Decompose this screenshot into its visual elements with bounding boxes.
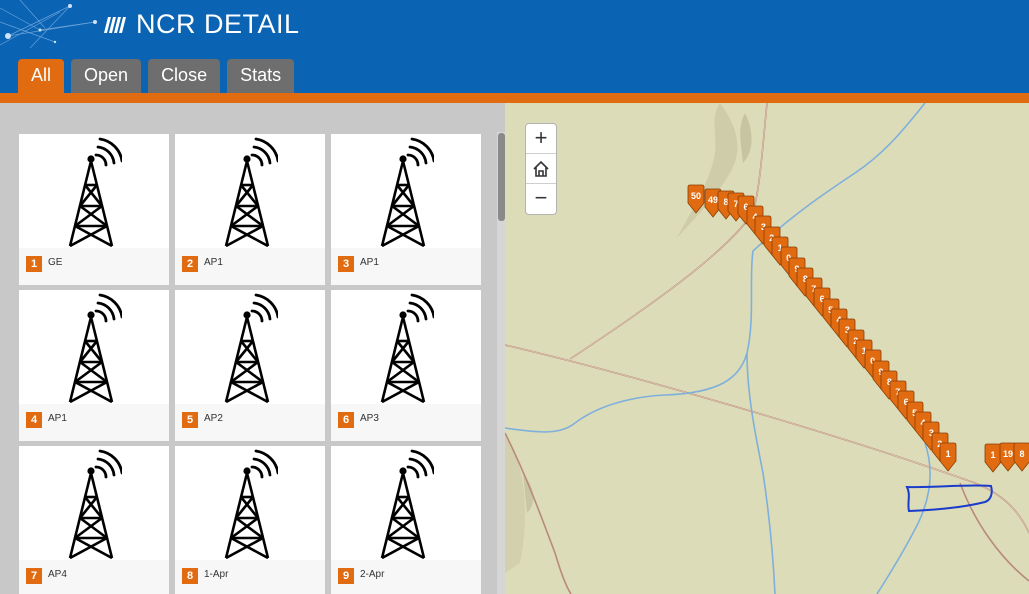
card-number-badge: 7: [26, 568, 42, 584]
card-thumbnail[interactable]: [175, 446, 325, 560]
slash-bars-icon: [104, 16, 126, 33]
radio-tower-icon: [68, 293, 122, 403]
page-title: NCR DETAIL: [136, 9, 300, 39]
radio-tower-icon: [68, 449, 122, 559]
card-thumbnail[interactable]: [331, 290, 481, 404]
photo-card[interactable]: 4 AP1: [19, 290, 169, 441]
photo-card[interactable]: 1 GE: [19, 134, 169, 285]
map-marker[interactable]: 8: [1012, 442, 1029, 472]
card-number-badge: 8: [182, 568, 198, 584]
zoom-in-button[interactable]: +: [526, 124, 556, 154]
tab-stats[interactable]: Stats: [227, 59, 295, 93]
photo-card[interactable]: 8 1-Apr: [175, 446, 325, 594]
photo-gallery: 1 GE 2 AP1 3 AP1 4 AP1 5 AP2 6 AP3 7 AP4…: [0, 103, 505, 594]
card-thumbnail[interactable]: [331, 134, 481, 248]
radio-tower-icon: [380, 137, 434, 247]
constellation-decoration: [0, 0, 97, 49]
scrollbar-thumb[interactable]: [498, 133, 505, 221]
card-caption: 1 GE: [19, 248, 169, 285]
radio-tower-icon: [68, 137, 122, 247]
card-caption: 7 AP4: [19, 560, 169, 594]
zoom-out-button[interactable]: −: [526, 184, 556, 214]
photo-card[interactable]: 9 2-Apr: [331, 446, 481, 594]
tab-open[interactable]: Open: [71, 59, 142, 93]
photo-card[interactable]: 6 AP3: [331, 290, 481, 441]
map-marker-label: 8: [1019, 449, 1025, 459]
home-icon: [533, 160, 549, 177]
radio-tower-icon: [380, 293, 434, 403]
radio-tower-icon: [224, 293, 278, 403]
radio-tower-icon: [224, 137, 278, 247]
card-thumbnail[interactable]: [19, 446, 169, 560]
header: NCR DETAIL All Open Close Stats: [0, 0, 1029, 93]
card-label: AP1: [204, 257, 223, 268]
card-number-badge: 6: [338, 412, 354, 428]
card-label: AP2: [204, 413, 223, 424]
map-basemap: [505, 103, 1029, 594]
card-number-badge: 4: [26, 412, 42, 428]
radio-tower-icon: [380, 449, 434, 559]
map-view[interactable]: + − 50 49 8 7 6 4 3 2 1 0 9 8 7 6 5 4 3 2 1 0 9 8 7 6 5 4 3 2 1 1 19 8: [505, 103, 1029, 594]
card-thumbnail[interactable]: [19, 290, 169, 404]
map-zoom-control: + −: [525, 123, 557, 215]
card-label: 1-Apr: [204, 569, 229, 580]
card-caption: 8 1-Apr: [175, 560, 325, 594]
card-label: AP4: [48, 569, 67, 580]
card-thumbnail[interactable]: [331, 446, 481, 560]
card-label: AP1: [48, 413, 67, 424]
card-label: AP1: [360, 257, 379, 268]
card-label: GE: [48, 257, 63, 268]
card-caption: 6 AP3: [331, 404, 481, 441]
photo-card[interactable]: 2 AP1: [175, 134, 325, 285]
card-caption: 3 AP1: [331, 248, 481, 285]
card-number-badge: 5: [182, 412, 198, 428]
map-marker[interactable]: 1: [938, 442, 958, 472]
tab-all[interactable]: All: [18, 59, 65, 93]
card-number-badge: 9: [338, 568, 354, 584]
card-caption: 2 AP1: [175, 248, 325, 285]
card-thumbnail[interactable]: [175, 290, 325, 404]
header-title-wrap: NCR DETAIL: [104, 9, 300, 40]
card-caption: 4 AP1: [19, 404, 169, 441]
card-label: AP3: [360, 413, 379, 424]
tab-close[interactable]: Close: [148, 59, 221, 93]
accent-bar: [0, 93, 1029, 103]
card-number-badge: 2: [182, 256, 198, 272]
card-thumbnail[interactable]: [19, 134, 169, 248]
home-button[interactable]: [526, 154, 556, 184]
photo-card[interactable]: 7 AP4: [19, 446, 169, 594]
photo-card[interactable]: 3 AP1: [331, 134, 481, 285]
card-number-badge: 3: [338, 256, 354, 272]
card-thumbnail[interactable]: [175, 134, 325, 248]
card-caption: 5 AP2: [175, 404, 325, 441]
radio-tower-icon: [224, 449, 278, 559]
card-label: 2-Apr: [360, 569, 385, 580]
card-caption: 9 2-Apr: [331, 560, 481, 594]
card-number-badge: 1: [26, 256, 42, 272]
tab-bar: All Open Close Stats: [18, 59, 301, 93]
photo-card[interactable]: 5 AP2: [175, 290, 325, 441]
map-marker-label: 1: [945, 448, 951, 459]
app-window: NCR DETAIL All Open Close Stats 1 GE 2 A…: [0, 0, 1029, 594]
